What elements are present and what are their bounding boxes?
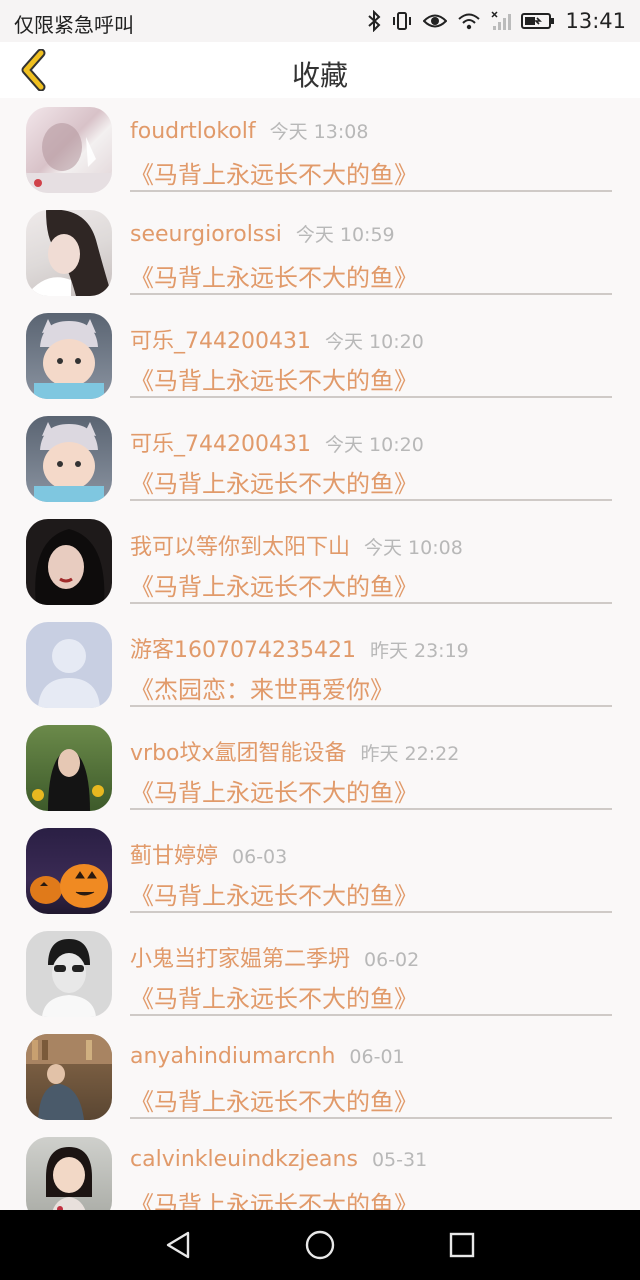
divider <box>130 1117 612 1119</box>
divider <box>130 1014 612 1016</box>
list-item[interactable]: 游客1607074235421 昨天 23:19 《杰园恋：来世再爱你》 <box>0 613 640 716</box>
book-title[interactable]: 《马背上永远长不大的鱼》 <box>130 361 418 396</box>
book-title[interactable]: 《马背上永远长不大的鱼》 <box>130 1185 418 1210</box>
user-name[interactable]: seeurgiorolssi <box>130 222 282 247</box>
favorite-time: 06-02 <box>364 949 420 971</box>
user-name[interactable]: 我可以等你到太阳下山 <box>130 535 350 560</box>
user-name[interactable]: vrbo坟x氲团智能设备 <box>130 741 347 766</box>
favorite-user[interactable]: foudrtlokolf 今天 13:08 <box>130 117 368 144</box>
list-item[interactable]: vrbo坟x氲团智能设备 昨天 22:22 《马背上永远长不大的鱼》 <box>0 716 640 819</box>
bluetooth-icon <box>367 10 381 32</box>
favorite-time: 今天 10:08 <box>364 537 463 559</box>
user-name[interactable]: foudrtlokolf <box>130 119 256 144</box>
book-title[interactable]: 《马背上永远长不大的鱼》 <box>130 567 418 602</box>
favorite-time: 06-01 <box>349 1046 405 1068</box>
book-title[interactable]: 《马背上永远长不大的鱼》 <box>130 258 418 293</box>
favorite-time: 昨天 22:22 <box>360 743 460 765</box>
favorite-user[interactable]: anyahindiumarcnh 06-01 <box>130 1044 405 1069</box>
default-avatar-icon[interactable] <box>26 622 112 708</box>
app-header: 收藏 <box>0 42 640 98</box>
nav-back-button[interactable] <box>160 1228 196 1262</box>
list-item[interactable]: foudrtlokolf 今天 13:08 《马背上永远长不大的鱼》 <box>0 98 640 201</box>
eye-icon <box>423 12 448 30</box>
book-title[interactable]: 《马背上永远长不大的鱼》 <box>130 1082 418 1117</box>
list-item[interactable]: seeurgiorolssi 今天 10:59 《马背上永远长不大的鱼》 <box>0 201 640 304</box>
divider <box>130 190 612 192</box>
list-item[interactable]: 小鬼当打家媪第二季坍 06-02 《马背上永远长不大的鱼》 <box>0 922 640 1025</box>
signal-icon <box>491 11 512 31</box>
favorite-time: 今天 10:20 <box>324 331 424 353</box>
favorite-user[interactable]: 小鬼当打家媪第二季坍 06-02 <box>130 941 419 973</box>
user-avatar[interactable] <box>26 725 112 811</box>
list-item[interactable]: calvinkleuindkzjeans 05-31 《马背上永远长不大的鱼》 <box>0 1128 640 1210</box>
favorite-time: 今天 10:59 <box>295 224 395 246</box>
home-circle-icon <box>305 1230 335 1260</box>
favorite-user[interactable]: vrbo坟x氲团智能设备 昨天 22:22 <box>130 735 459 767</box>
user-avatar[interactable] <box>26 313 112 399</box>
user-avatar[interactable] <box>26 416 112 502</box>
favorite-time: 昨天 23:19 <box>369 640 469 662</box>
nav-home-button[interactable] <box>302 1228 338 1262</box>
status-text: 仅限紧急呼叫 <box>14 13 134 37</box>
list-item[interactable]: 可乐_744200431 今天 10:20 《马背上永远长不大的鱼》 <box>0 304 640 407</box>
book-title[interactable]: 《马背上永远长不大的鱼》 <box>130 773 418 808</box>
divider <box>130 808 612 810</box>
user-name[interactable]: 小鬼当打家媪第二季坍 <box>130 947 350 972</box>
favorite-user[interactable]: 游客1607074235421 昨天 23:19 <box>130 632 469 664</box>
user-name[interactable]: 蓟甘婷婷 <box>130 844 218 869</box>
user-name[interactable]: anyahindiumarcnh <box>130 1044 335 1069</box>
divider <box>130 293 612 295</box>
favorite-user[interactable]: seeurgiorolssi 今天 10:59 <box>130 220 395 247</box>
nav-recents-button[interactable] <box>444 1228 480 1262</box>
list-item[interactable]: 蓟甘婷婷 06-03 《马背上永远长不大的鱼》 <box>0 819 640 922</box>
divider <box>130 602 612 604</box>
user-avatar[interactable] <box>26 107 112 193</box>
user-name[interactable]: 可乐_744200431 <box>130 329 311 354</box>
page-title: 收藏 <box>291 59 348 92</box>
favorite-user[interactable]: 可乐_744200431 今天 10:20 <box>130 323 424 355</box>
list-item[interactable]: 可乐_744200431 今天 10:20 《马背上永远长不大的鱼》 <box>0 407 640 510</box>
book-title[interactable]: 《马背上永远长不大的鱼》 <box>130 464 418 499</box>
wifi-icon <box>457 11 481 31</box>
divider <box>130 499 612 501</box>
divider <box>130 911 612 913</box>
favorite-time: 今天 13:08 <box>269 121 369 143</box>
book-title[interactable]: 《杰园恋：来世再爱你》 <box>130 670 394 705</box>
status-icons: 13:41 <box>367 6 626 36</box>
book-title[interactable]: 《马背上永远长不大的鱼》 <box>130 876 418 911</box>
divider <box>130 705 612 707</box>
favorite-user[interactable]: 我可以等你到太阳下山 今天 10:08 <box>130 529 463 561</box>
battery-icon <box>521 12 555 30</box>
favorite-time: 06-03 <box>232 846 288 868</box>
favorite-user[interactable]: calvinkleuindkzjeans 05-31 <box>130 1147 427 1172</box>
user-name[interactable]: 可乐_744200431 <box>130 432 311 457</box>
user-name[interactable]: calvinkleuindkzjeans <box>130 1147 358 1172</box>
user-name[interactable]: 游客1607074235421 <box>130 638 356 663</box>
user-avatar[interactable] <box>26 210 112 296</box>
list-item[interactable]: 我可以等你到太阳下山 今天 10:08 《马背上永远长不大的鱼》 <box>0 510 640 613</box>
book-title[interactable]: 《马背上永远长不大的鱼》 <box>130 155 418 190</box>
book-title[interactable]: 《马背上永远长不大的鱼》 <box>130 979 418 1014</box>
status-bar: 仅限紧急呼叫 13:41 <box>0 0 640 42</box>
user-avatar[interactable] <box>26 931 112 1017</box>
user-avatar[interactable] <box>26 519 112 605</box>
favorite-user[interactable]: 可乐_744200431 今天 10:20 <box>130 426 424 458</box>
user-avatar[interactable] <box>26 1034 112 1120</box>
recents-square-icon <box>449 1232 475 1258</box>
user-avatar[interactable] <box>26 1137 112 1210</box>
favorite-time: 05-31 <box>371 1149 428 1171</box>
navigation-bar <box>0 1210 640 1280</box>
divider <box>130 396 612 398</box>
status-time: 13:41 <box>565 9 626 33</box>
favorite-user[interactable]: 蓟甘婷婷 06-03 <box>130 838 287 870</box>
vibrate-icon <box>391 10 413 32</box>
list-item[interactable]: anyahindiumarcnh 06-01 《马背上永远长不大的鱼》 <box>0 1025 640 1128</box>
back-triangle-icon <box>166 1231 190 1259</box>
favorite-time: 今天 10:20 <box>324 434 424 456</box>
user-avatar[interactable] <box>26 828 112 914</box>
favorites-list[interactable]: foudrtlokolf 今天 13:08 《马背上永远长不大的鱼》 seeurg… <box>0 98 640 1210</box>
